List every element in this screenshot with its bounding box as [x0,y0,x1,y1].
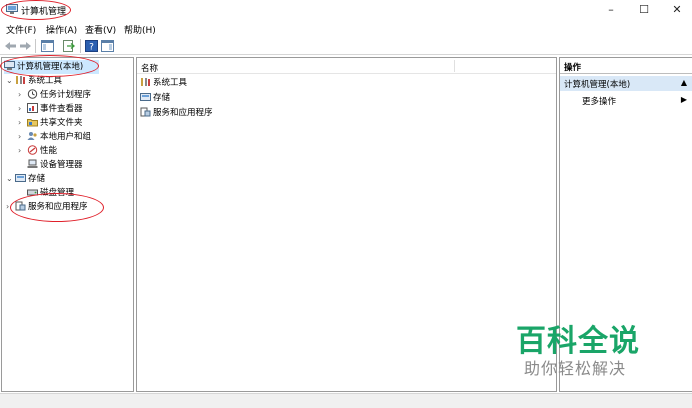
list-column-header: 名称 [137,58,556,74]
menu-help[interactable]: 帮助(H) [124,23,156,36]
more-actions-label: 更多操作 [582,97,617,107]
menu-file[interactable]: 文件(F) [6,23,36,36]
tree-item-performance[interactable]: › 性能 [18,144,57,158]
tree-item-local-users[interactable]: › 本地用户和组 [18,130,91,144]
device-manager-icon [27,159,38,168]
collapse-arrow-icon[interactable]: › [18,130,27,144]
clock-icon [27,89,38,99]
show-action-pane-icon[interactable] [100,39,115,53]
more-actions-item[interactable]: 更多操作 ▶ [560,93,692,108]
list-item-storage[interactable]: 存储 [140,91,170,105]
event-viewer-icon [27,103,38,113]
action-section-title[interactable]: 计算机管理(本地) ▲ [560,76,692,91]
tree-item-task-scheduler[interactable]: › 任务计划程序 [18,88,91,102]
forward-icon[interactable] [18,39,33,53]
storage-icon [140,93,151,101]
submenu-arrow-icon: ▶ [680,95,687,104]
tree-label: 性能 [40,146,58,156]
storage-icon [15,174,26,182]
content-list: 名称 系统工具 存储 服务和应用程序 [136,57,557,392]
collapse-arrow-icon[interactable]: › [18,102,27,116]
expand-arrow-icon[interactable]: ⌄ [6,74,15,88]
collapse-arrow-icon[interactable]: › [18,88,27,102]
tree-item-device-manager[interactable]: 设备管理器 [27,158,83,172]
svg-text:?: ? [89,43,94,53]
menu-bar: 文件(F) 操作(A) 查看(V) 帮助(H) [0,21,692,36]
users-icon [27,132,37,140]
menu-action[interactable]: 操作(A) [46,23,77,36]
list-item-label: 系统工具 [153,78,188,88]
navigation-tree: 计算机管理(本地) ⌄ 系统工具 › 任务计划程序 › 事件查看器 › 共享文件… [1,57,134,392]
toolbar-separator [80,39,81,53]
shared-folder-icon [27,119,38,127]
status-bar [0,393,692,408]
show-tree-icon[interactable] [40,39,55,53]
tree-label: 系统工具 [28,76,63,86]
toolbar-separator [35,39,36,53]
tools-icon [141,78,150,86]
tree-label: 任务计划程序 [40,90,92,100]
toolbar: ? [0,37,692,55]
menu-view[interactable]: 查看(V) [85,23,116,36]
list-item-system-tools[interactable]: 系统工具 [140,76,187,90]
tree-item-shared-folders[interactable]: › 共享文件夹 [18,116,83,130]
collapse-arrow-icon[interactable]: › [18,144,27,158]
help-icon[interactable]: ? [84,39,99,53]
list-item-services-apps[interactable]: 服务和应用程序 [140,106,213,120]
minimize-button[interactable]: – [596,1,626,19]
watermark-slogan: 助你轻松解决 [524,359,627,378]
annotation-ellipse-services [10,193,104,222]
tree-item-storage[interactable]: ⌄ 存储 [6,172,45,186]
expand-arrow-icon[interactable]: ⌄ [6,172,15,186]
action-pane-header: 操作 [560,58,692,74]
tree-label: 本地用户和组 [40,132,92,142]
column-divider[interactable] [454,60,455,72]
back-icon[interactable] [3,39,18,53]
tree-label: 存储 [28,174,46,184]
column-name-header[interactable]: 名称 [141,62,158,74]
list-item-label: 服务和应用程序 [153,108,213,118]
collapse-up-icon[interactable]: ▲ [681,78,687,87]
title-bar: 计算机管理 – ☐ ✕ [0,0,692,20]
annotation-ellipse-root [0,55,99,77]
annotation-ellipse-title [1,0,71,20]
tree-item-event-viewer[interactable]: › 事件查看器 [18,102,83,116]
maximize-button[interactable]: ☐ [629,1,659,19]
tools-icon [16,76,25,84]
performance-icon [27,145,38,155]
collapse-arrow-icon[interactable]: › [18,116,27,130]
export-list-icon[interactable] [61,39,76,53]
tree-label: 事件查看器 [40,104,83,114]
close-button[interactable]: ✕ [662,1,692,19]
tree-label: 设备管理器 [40,160,83,170]
services-icon [140,107,151,117]
action-section-label: 计算机管理(本地) [564,80,631,90]
watermark-logo-text: 百科全说 [516,324,640,359]
tree-label: 共享文件夹 [40,118,83,128]
list-item-label: 存储 [153,93,171,103]
